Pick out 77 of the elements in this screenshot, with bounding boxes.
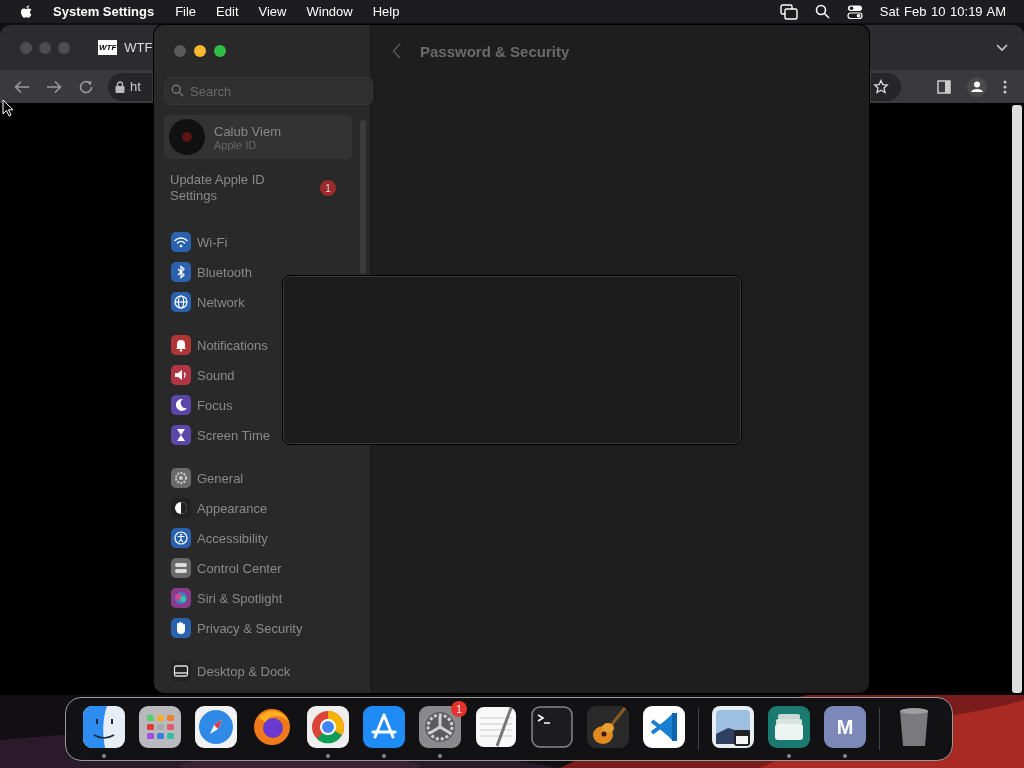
page-title: Password & Security: [420, 42, 570, 60]
address-field[interactable]: ht: [108, 72, 152, 101]
moon-icon: [171, 395, 191, 415]
more-icon[interactable]: [1003, 79, 1007, 94]
windows-icon[interactable]: [779, 3, 798, 20]
compass-icon[interactable]: [195, 706, 237, 748]
face-icon[interactable]: [83, 706, 125, 748]
speaker-icon: [171, 365, 191, 385]
sidebar-item[interactable]: Screen Time: [197, 427, 270, 443]
hourglass-icon: [171, 425, 191, 445]
bluetooth-icon: [171, 262, 191, 282]
sidebar-item[interactable]: Update Apple ID Settings: [170, 172, 310, 204]
minimize-button[interactable]: [194, 45, 206, 57]
guitar-icon[interactable]: [587, 706, 629, 748]
accessibility-icon: [171, 528, 191, 548]
store-icon[interactable]: [363, 706, 405, 748]
menu-item[interactable]: Help: [372, 4, 400, 19]
globe-icon: [171, 292, 191, 312]
sidebar-item[interactable]: Notifications: [197, 337, 268, 353]
sidebar-item[interactable]: Accessibility: [197, 530, 268, 546]
search-field[interactable]: Search: [164, 77, 373, 105]
hand-icon: [171, 618, 191, 638]
circle-logo-icon[interactable]: [307, 706, 349, 748]
menu-item[interactable]: Edit: [216, 4, 239, 19]
notification-badge: 1: [451, 701, 467, 717]
profile-icon[interactable]: [967, 76, 987, 97]
scrollbar[interactable]: [360, 120, 366, 274]
wifi-icon: [171, 232, 191, 252]
search-icon[interactable]: [814, 4, 830, 19]
favicon: WTF: [98, 40, 118, 55]
gear-icon: [171, 468, 191, 488]
back-icon[interactable]: [14, 79, 30, 94]
gear-icon[interactable]: [419, 706, 461, 748]
star-icon[interactable]: [873, 78, 889, 95]
sidebar-item[interactable]: Siri & Spotlight: [197, 590, 283, 606]
toggles-icon[interactable]: [846, 3, 863, 20]
scrollbar[interactable]: [1012, 105, 1022, 693]
menu-item[interactable]: File: [175, 4, 197, 19]
photo-viewer-icon[interactable]: [712, 706, 754, 748]
zoom-button[interactable]: [214, 45, 226, 57]
menu-item[interactable]: View: [258, 4, 287, 19]
letter-icon[interactable]: M: [824, 706, 866, 748]
sidebar-item[interactable]: Focus: [197, 397, 233, 413]
chevron-down-icon[interactable]: [996, 43, 1008, 52]
app-menu[interactable]: System Settings: [53, 4, 155, 19]
reload-icon[interactable]: [78, 78, 94, 95]
browser-tab[interactable]: WTF WTF: [98, 25, 153, 70]
side-panel-icon[interactable]: [937, 79, 951, 94]
code-editor-icon[interactable]: [643, 706, 685, 748]
sidebar-item[interactable]: General: [197, 470, 244, 486]
address-field[interactable]: [871, 72, 901, 101]
lock-icon: [115, 80, 125, 93]
drawer-icon[interactable]: [768, 706, 810, 748]
orb-icon: [171, 588, 191, 608]
globe-icon[interactable]: [251, 706, 293, 748]
sidebar-item[interactable]: Privacy & Security: [197, 620, 303, 636]
tab-title: WTF: [124, 40, 153, 55]
sidebar-item[interactable]: Appearance: [197, 500, 268, 516]
forward-icon[interactable]: [46, 79, 62, 94]
paper-pen-icon[interactable]: [475, 706, 517, 748]
dock-icon: [171, 661, 191, 681]
sidebar-item[interactable]: Sound: [197, 367, 235, 383]
terminal-icon[interactable]: [531, 706, 573, 748]
sidebar-item[interactable]: Network: [197, 294, 245, 310]
toggles-icon: [171, 558, 191, 578]
sidebar-item[interactable]: Control Center: [197, 560, 282, 576]
account-name: Calub Viem: [214, 123, 281, 139]
sidebar-item[interactable]: Desktop & Dock: [197, 663, 291, 679]
clock[interactable]: Sat Feb 10 10:19 AM: [879, 4, 1006, 19]
notification-badge: 1: [320, 180, 336, 196]
menu-item[interactable]: Window: [306, 4, 353, 19]
sidebar-item[interactable]: Bluetooth: [197, 264, 252, 280]
app-grid-icon[interactable]: [139, 706, 181, 748]
bell-icon: [171, 335, 191, 355]
search-icon: [171, 84, 184, 97]
sidebar-item[interactable]: Wi-Fi: [197, 234, 228, 250]
avatar-icon: [168, 118, 206, 156]
